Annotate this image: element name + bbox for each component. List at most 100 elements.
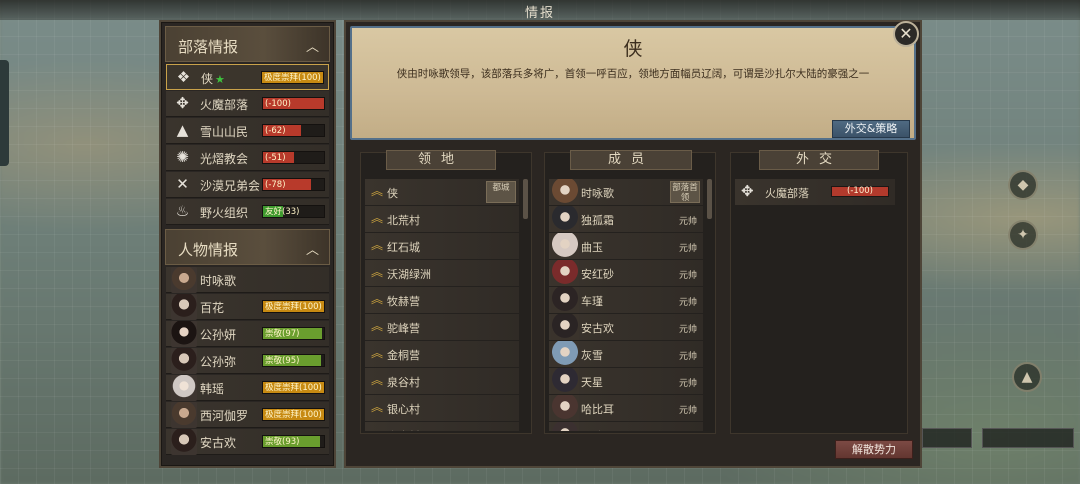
close-icon[interactable]: ✕ — [893, 21, 919, 47]
relation-bar: 极度崇拜(100) — [261, 71, 324, 84]
diplomacy-strategy-button[interactable]: 外交&策略 — [832, 120, 910, 138]
rank-chevron-icon: ︽ — [371, 211, 384, 225]
faction-row[interactable]: ✥ 火魔部落 (-100) — [166, 91, 329, 117]
territory-name: 牧赫营 — [387, 295, 420, 308]
character-portrait — [171, 429, 197, 455]
member-role: 元帅 — [678, 379, 697, 389]
map-marker-icon[interactable]: ▲ — [1012, 362, 1042, 392]
relation-bar: 友好(33) — [262, 205, 325, 218]
character-portrait — [171, 348, 197, 374]
disband-faction-button[interactable]: 解散势力 — [835, 440, 913, 459]
faction-name-text: 野火组织 — [200, 206, 249, 220]
territory-row[interactable]: ︽ 泉谷村 — [365, 368, 519, 394]
faction-name: 侠 ★ — [201, 70, 225, 87]
relation-label: (-100) — [265, 99, 291, 109]
territory-name: 驼峰营 — [387, 322, 420, 335]
character-row[interactable]: 西河伽罗 极度崇拜(100) — [166, 402, 329, 428]
member-list[interactable]: 时咏歌 部落首领 独孤霜 元帅 曲玉 元帅 安红砂 元帅 车瑾 元帅 安古欢 元帅 灰雪 元帅 天星 元帅 哈比… — [549, 179, 703, 431]
map-marker-icon[interactable]: ✦ — [1008, 220, 1038, 250]
territory-row[interactable]: ︽ 牧赫营 — [365, 287, 519, 313]
side-drawer-tab[interactable] — [0, 60, 9, 166]
member-row[interactable]: 时咏歌 部落首领 — [549, 179, 703, 205]
member-portrait — [551, 341, 579, 367]
relation-bar: (-100) — [262, 97, 325, 110]
relation-bar: (-51) — [262, 151, 325, 164]
member-name: 安古欢 — [581, 322, 614, 335]
member-portrait — [551, 260, 579, 286]
character-row[interactable]: 时咏歌 — [166, 267, 329, 293]
map-button[interactable] — [982, 428, 1074, 448]
character-row[interactable]: 韩瑶 极度崇拜(100) — [166, 375, 329, 401]
rank-chevron-icon: ︽ — [371, 373, 384, 387]
member-portrait — [551, 179, 579, 205]
character-row[interactable]: 公孙妍 崇敬(97) — [166, 321, 329, 347]
faction-row[interactable]: ✺ 光熠教会 (-51) — [166, 145, 329, 171]
diplomacy-list[interactable]: ✥ 火魔部落 (-100) — [735, 179, 895, 431]
faction-row[interactable]: ❖ 侠 ★ 极度崇拜(100) — [166, 64, 329, 90]
territory-row[interactable]: ︽ 侠 都城 — [365, 179, 519, 205]
relation-label: 极度崇拜(100) — [264, 73, 321, 83]
character-row[interactable]: 安古欢 崇敬(93) — [166, 429, 329, 455]
member-name: 时咏歌 — [581, 187, 614, 200]
territory-column: 领地 ︽ 侠都城 ︽ 北荒村 ︽ 红石城 ︽ 沃湖绿洲 ︽ 牧赫营 ︽ 驼峰营 ︽ 金桐营 ︽ 泉谷村 ︽ 银心村… — [360, 150, 532, 434]
main-panel: 侠 侠由时咏歌领导，该部落兵多将广，首领一呼百应，领地方面幅员辽阔，可谓是沙扎尔… — [344, 20, 922, 468]
character-portrait — [171, 267, 197, 293]
relation-label: 极度崇拜(100) — [265, 302, 322, 312]
territory-name: 沃湖绿洲 — [387, 268, 431, 281]
member-role: 元帅 — [678, 217, 697, 227]
member-role: 元帅 — [678, 352, 697, 362]
faction-name-text: 火魔部落 — [200, 98, 249, 112]
member-row[interactable]: 哈比耳 元帅 — [549, 395, 703, 421]
faction-row[interactable]: ▲ 雪山山民 (-62) — [166, 118, 329, 144]
members-column: 成员 时咏歌 部落首领 独孤霜 元帅 曲玉 元帅 安红砂 元帅 车瑾 元帅 安古欢 元帅 灰雪 元帅 天星元… — [544, 150, 716, 434]
flame-emblem-icon: ✥ — [176, 94, 189, 112]
map-button[interactable] — [922, 428, 972, 448]
territory-row[interactable]: ︽ 银心村 — [365, 395, 519, 421]
capital-badge: 都城 — [486, 181, 516, 203]
territory-name: 金桐营 — [387, 349, 420, 362]
member-role: 元帅 — [678, 325, 697, 335]
territory-row[interactable]: ︽ 沃湖绿洲 — [365, 260, 519, 286]
member-row[interactable]: 安红砂 元帅 — [549, 260, 703, 286]
territory-name: 侠 — [387, 187, 398, 200]
territory-row[interactable]: ︽ 赤崖村 — [365, 422, 519, 431]
territory-list[interactable]: ︽侠都城︽北荒村︽红石城︽沃湖绿洲︽牧赫营︽驼峰营︽金桐营︽泉谷村︽银心村︽赤崖… — [365, 179, 519, 431]
map-marker-icon[interactable]: ◆ — [1008, 170, 1038, 200]
member-role: 元帅 — [678, 298, 697, 308]
character-row[interactable]: 公孙弥 崇敬(95) — [166, 348, 329, 374]
fire-icon: ♨ — [175, 202, 190, 220]
member-row[interactable]: 灰雪 元帅 — [549, 341, 703, 367]
territory-scrollbar[interactable] — [523, 179, 528, 219]
member-row[interactable]: 曲玉 元帅 — [549, 233, 703, 259]
faction-info-header: 侠 侠由时咏歌领导，该部落兵多将广，首领一呼百应，领地方面幅员辽阔，可谓是沙扎尔… — [350, 26, 916, 140]
member-row[interactable]: 公孙思羽元帅 — [549, 422, 703, 431]
territory-row[interactable]: ︽ 驼峰营 — [365, 314, 519, 340]
relation-label: (-62) — [265, 126, 286, 136]
member-name: 公孙思羽 — [581, 428, 625, 431]
character-row[interactable]: 百花 极度崇拜(100) — [166, 294, 329, 320]
character-section-header[interactable]: 人物情报 ︿ — [165, 229, 330, 265]
member-row[interactable]: 独孤霜 元帅 — [549, 206, 703, 232]
faction-name-text: 侠 — [201, 72, 214, 86]
faction-section-header[interactable]: 部落情报 ︿ — [165, 26, 330, 62]
diplomacy-row[interactable]: ✥ 火魔部落 (-100) — [735, 179, 895, 205]
faction-row[interactable]: ✕ 沙漠兄弟会 (-78) — [166, 172, 329, 198]
faction-name-text: 光熠教会 — [200, 152, 249, 166]
chevron-up-icon[interactable]: ︿ — [306, 239, 319, 258]
member-row[interactable]: 安古欢 元帅 — [549, 314, 703, 340]
rank-chevron-icon: ︽ — [371, 319, 384, 333]
diplomacy-faction-name: 火魔部落 — [765, 187, 809, 200]
character-name: 西河伽罗 — [200, 409, 249, 423]
member-role: 元帅 — [678, 406, 697, 416]
member-row[interactable]: 天星 元帅 — [549, 368, 703, 394]
territory-row[interactable]: ︽ 北荒村 — [365, 206, 519, 232]
member-row[interactable]: 车瑾 元帅 — [549, 287, 703, 313]
rank-chevron-icon: ︽ — [371, 426, 383, 431]
chevron-up-icon[interactable]: ︿ — [306, 36, 319, 55]
members-scrollbar[interactable] — [707, 179, 712, 219]
faction-row[interactable]: ♨ 野火组织 友好(33) — [166, 199, 329, 225]
character-name: 韩瑶 — [200, 382, 225, 396]
relation-label: 极度崇拜(100) — [265, 410, 322, 420]
territory-row[interactable]: ︽ 金桐营 — [365, 341, 519, 367]
territory-row[interactable]: ︽ 红石城 — [365, 233, 519, 259]
